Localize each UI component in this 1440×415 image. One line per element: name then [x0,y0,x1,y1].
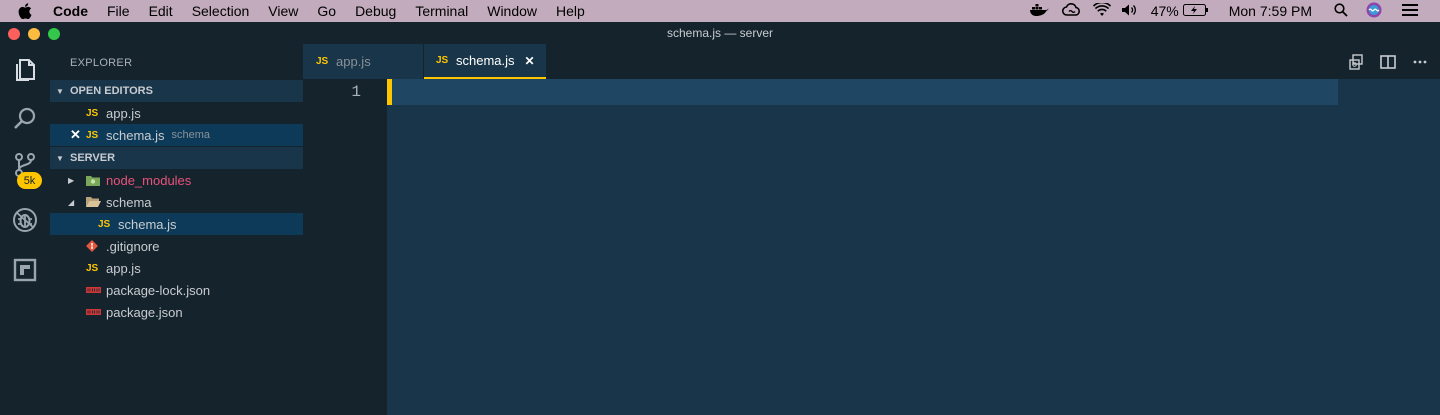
tree-item-name: package.json [106,304,183,320]
minimize-window-button[interactable] [28,28,40,40]
collapse-triangle-icon: ▼ [56,86,64,96]
menu-terminal[interactable]: Terminal [415,3,468,19]
expanded-triangle-icon: ◢ [68,197,75,207]
close-window-button[interactable] [8,28,20,40]
tree-item-folder[interactable]: ▶ node_modules [50,169,303,191]
tree-item-file[interactable]: JS app.js [50,257,303,279]
folder-name-label: SERVER [70,152,116,164]
debug-bug-icon[interactable] [12,207,38,233]
zoom-window-button[interactable] [48,28,60,40]
more-actions-icon[interactable] [1412,54,1428,70]
javascript-file-icon: JS [98,218,111,230]
current-line-highlight [387,79,1338,105]
tree-item-file-selected[interactable]: JS schema.js [50,213,303,235]
spotlight-search-icon[interactable] [1334,2,1348,20]
expand-triangle-icon: ▶ [68,175,75,185]
javascript-file-icon: JS [86,107,99,119]
open-editor-folder-hint: schema [171,129,211,141]
open-editors-header[interactable]: ▼ OPEN EDITORS [50,80,303,102]
tree-item-name: .gitignore [106,238,160,254]
javascript-file-icon: JS [86,129,99,141]
tree-item-name: schema.js [118,216,177,232]
source-control-badge: 5k [17,172,42,189]
docker-whale-icon[interactable] [1029,3,1049,20]
line-number: 1 [351,83,361,101]
mac-menubar: Code File Edit Selection View Go Debug T… [0,0,1440,22]
open-editor-name: app.js [106,105,141,121]
close-editor-icon[interactable]: ✕ [70,127,86,143]
creative-cloud-icon[interactable] [1061,2,1081,20]
text-cursor [387,79,392,105]
tree-item-name: package-lock.json [106,282,211,298]
activity-bar: 5k [0,44,50,415]
notification-center-icon[interactable] [1402,3,1418,19]
tree-item-file[interactable]: .gitignore [50,235,303,257]
tab-app-js[interactable]: JS app.js [303,44,423,79]
menu-help[interactable]: Help [556,3,585,19]
collapse-triangle-icon: ▼ [56,153,64,163]
menubar-status-area: 47% Mon 7:59 PM [1029,0,1440,22]
git-file-icon [86,240,106,252]
wifi-icon[interactable] [1092,1,1111,20]
tab-schema-js[interactable]: JS schema.js ✕ [424,44,546,79]
menu-window[interactable]: Window [487,3,537,19]
open-editor-item-active[interactable]: ✕ JS schema.js schema [50,124,303,146]
split-editor-icon[interactable] [1380,54,1396,70]
javascript-file-icon: JS [316,56,329,67]
menu-debug[interactable]: Debug [355,3,396,19]
tree-item-folder[interactable]: ◢ schema [50,191,303,213]
tree-item-name: node_modules [106,172,192,188]
apple-icon[interactable] [18,3,36,19]
open-editors-label: OPEN EDITORS [70,85,153,97]
close-tab-icon[interactable]: ✕ [525,54,535,68]
menu-file[interactable]: File [107,3,130,19]
open-folder-icon [86,196,106,208]
menu-edit[interactable]: Edit [149,3,173,19]
editor-tab-bar: JS app.js JS schema.js ✕ [303,44,1440,79]
javascript-file-icon: JS [436,55,449,66]
battery-charging-icon[interactable] [1182,3,1209,19]
tab-label: schema.js [456,53,515,68]
menu-view[interactable]: View [268,3,298,19]
extensions-icon[interactable] [12,257,38,283]
tree-item-file[interactable]: package.json [50,301,303,323]
search-icon[interactable] [12,106,38,132]
editor-actions [1348,44,1440,79]
open-changes-icon[interactable] [1348,53,1364,70]
code-editor[interactable]: 1 [303,79,1440,415]
menu-selection[interactable]: Selection [192,3,250,19]
node-folder-icon [86,174,106,186]
explorer-sidebar: EXPLORER ▼ OPEN EDITORS JS app.js ✕ JS s… [50,44,303,415]
line-number-gutter: 1 [303,79,387,415]
window-controls [8,28,68,40]
tree-item-name: schema [106,194,152,210]
siri-icon[interactable] [1366,2,1382,21]
folder-header[interactable]: ▼ SERVER [50,147,303,169]
menubar-clock[interactable]: Mon 7:59 PM [1229,3,1312,19]
javascript-file-icon: JS [86,262,99,274]
tree-item-name: app.js [106,260,141,276]
tab-label: app.js [336,54,371,69]
menu-go[interactable]: Go [317,3,336,19]
explorer-title: EXPLORER [70,57,133,69]
explorer-files-icon[interactable] [12,57,38,83]
window-titlebar[interactable]: schema.js — server [0,22,1440,44]
open-editor-item[interactable]: JS app.js [50,102,303,124]
npm-file-icon [86,286,106,294]
window-title: schema.js — server [666,26,774,40]
open-editor-name: schema.js [106,127,165,143]
tree-item-file[interactable]: package-lock.json [50,279,303,301]
volume-icon[interactable] [1121,3,1137,20]
menu-app-name[interactable]: Code [53,3,88,19]
battery-percent[interactable]: 47% [1151,3,1179,19]
npm-file-icon [86,308,106,316]
